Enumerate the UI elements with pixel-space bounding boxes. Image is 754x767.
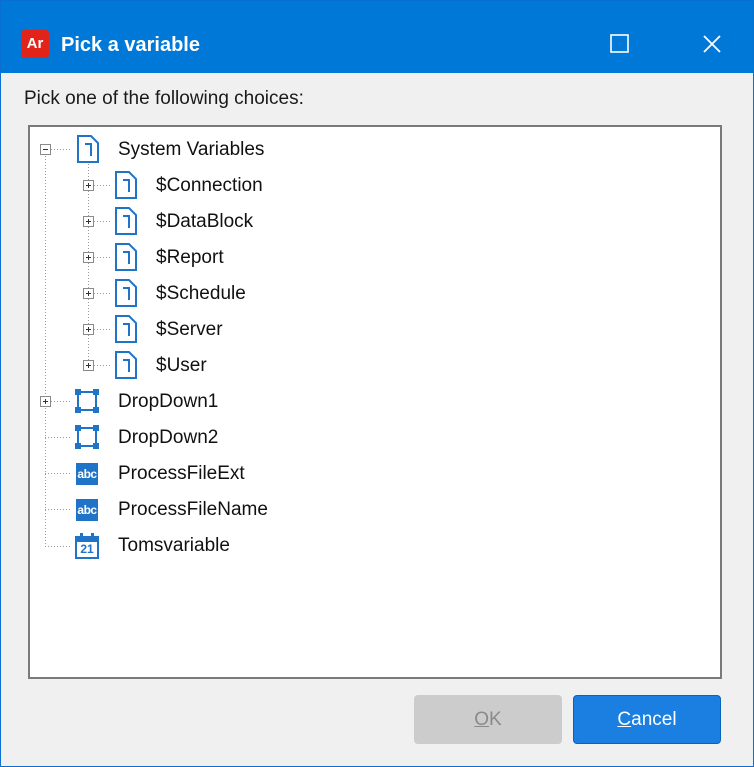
expand-icon[interactable] [83, 180, 94, 191]
tree-node-label: Tomsvariable [118, 535, 230, 556]
prompt-label: Pick one of the following choices: [24, 88, 304, 109]
ok-button[interactable]: OK [414, 695, 562, 744]
expand-icon[interactable] [83, 324, 94, 335]
tree-node-label: System Variables [118, 139, 265, 160]
tree-node-label: $Report [156, 247, 224, 268]
title-bar[interactable]: Ar Pick a variable [1, 1, 753, 73]
collapse-icon[interactable] [40, 144, 51, 155]
window-title: Pick a variable [61, 34, 200, 56]
tree-node-label: ProcessFileExt [118, 463, 245, 484]
tree-node-processfilename[interactable]: abc ProcessFileName [30, 493, 690, 527]
tree-node-server[interactable]: $Server [30, 313, 690, 347]
tree-node-label: $User [156, 355, 207, 376]
tree-node-processfileext[interactable]: abc ProcessFileExt [30, 457, 690, 491]
tree-node-label: DropDown1 [118, 391, 219, 412]
ok-label: K [489, 709, 502, 730]
cancel-label: ancel [631, 709, 677, 730]
tree-node-label: $Connection [156, 175, 263, 196]
tree-node-dropdown2[interactable]: DropDown2 [30, 421, 690, 455]
maximize-icon [610, 34, 629, 53]
expand-icon[interactable] [83, 252, 94, 263]
expand-icon[interactable] [83, 288, 94, 299]
dropdown-icon [75, 425, 99, 449]
tree-node-label: $Server [156, 319, 223, 340]
tree-node-schedule[interactable]: $Schedule [30, 277, 690, 311]
variable-tree[interactable]: System Variables $Connection $DataBlock … [28, 125, 722, 679]
tree-node-user[interactable]: $User [30, 349, 690, 383]
calendar-icon: 21 [75, 533, 99, 559]
document-icon [77, 135, 99, 163]
tree-node-connection[interactable]: $Connection [30, 169, 690, 203]
tree-node-label: DropDown2 [118, 427, 219, 448]
document-icon [115, 279, 137, 307]
tree-node-tomsvariable[interactable]: 21 Tomsvariable [30, 529, 690, 563]
document-icon [115, 171, 137, 199]
tree-node-label: ProcessFileName [118, 499, 268, 520]
calendar-day: 21 [80, 542, 94, 556]
app-logo-icon: Ar [21, 30, 49, 58]
expand-icon[interactable] [83, 216, 94, 227]
tree-node-label: $Schedule [156, 283, 246, 304]
cancel-mnemonic: C [617, 709, 632, 730]
tree-node-system-variables[interactable]: System Variables [30, 133, 690, 167]
close-button[interactable] [688, 19, 736, 69]
document-icon [115, 351, 137, 379]
dropdown-icon [75, 389, 99, 413]
text-variable-icon: abc [76, 463, 98, 485]
maximize-button[interactable] [596, 19, 644, 69]
cancel-button[interactable]: Cancel [573, 695, 721, 744]
document-icon [115, 243, 137, 271]
pick-variable-dialog: Ar Pick a variable Pick one of the follo… [0, 0, 754, 767]
expand-icon[interactable] [40, 396, 51, 407]
expand-icon[interactable] [83, 360, 94, 371]
tree-node-label: $DataBlock [156, 211, 254, 232]
document-icon [115, 207, 137, 235]
ok-mnemonic: O [474, 709, 490, 730]
close-icon [703, 35, 721, 53]
document-icon [115, 315, 137, 343]
tree-node-datablock[interactable]: $DataBlock [30, 205, 690, 239]
tree-node-dropdown1[interactable]: DropDown1 [30, 385, 690, 419]
tree-node-report[interactable]: $Report [30, 241, 690, 275]
text-variable-icon: abc [76, 499, 98, 521]
